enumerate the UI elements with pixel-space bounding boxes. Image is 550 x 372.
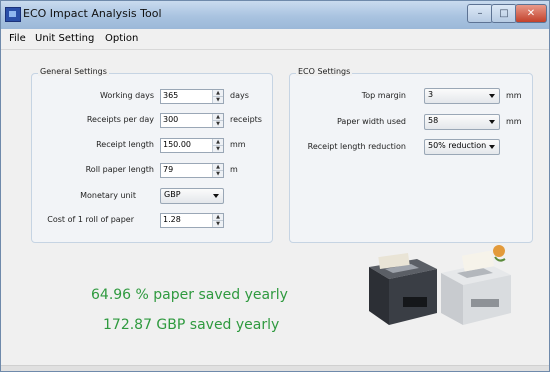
working-days-value: 365 <box>163 91 179 100</box>
receipt-length-input[interactable]: 150.00 ▲ ▼ <box>160 138 224 153</box>
minimize-button[interactable]: – <box>467 4 493 23</box>
roll-paper-length-input[interactable]: 79 ▲ ▼ <box>160 163 224 178</box>
monetary-unit-label: Monetary unit <box>80 191 136 200</box>
receipts-per-day-value: 300 <box>163 115 179 124</box>
receipt-reduction-value: 50% reduction <box>428 141 487 150</box>
cost-roll-value: 1.28 <box>163 215 181 224</box>
chevron-down-icon <box>489 94 495 98</box>
receipt-reduction-label: Receipt length reduction <box>307 142 406 151</box>
spinner-arrows-icon[interactable]: ▲ ▼ <box>212 164 223 177</box>
receipt-length-label: Receipt length <box>96 140 154 149</box>
menu-unit-setting[interactable]: Unit Setting <box>35 33 94 44</box>
spinner-arrows-icon[interactable]: ▲ ▼ <box>212 114 223 127</box>
cost-roll-label: Cost of 1 roll of paper <box>47 215 134 224</box>
working-days-input[interactable]: 365 ▲ ▼ <box>160 89 224 104</box>
monetary-unit-select[interactable]: GBP <box>160 188 224 204</box>
general-settings-title: General Settings <box>38 67 109 76</box>
spinner-arrows-icon[interactable]: ▲ ▼ <box>212 90 223 103</box>
receipt-reduction-select[interactable]: 50% reduction <box>424 139 500 155</box>
window-title: ECO Impact Analysis Tool <box>23 7 162 20</box>
roll-paper-length-label: Roll paper length <box>85 165 154 174</box>
paper-saved-result: 64.96 % paper saved yearly <box>91 287 288 303</box>
dark-printer-icon <box>369 252 437 325</box>
title-bar[interactable]: ECO Impact Analysis Tool – □ ✕ <box>1 1 549 29</box>
working-days-unit: days <box>230 91 249 100</box>
chevron-down-icon <box>489 120 495 124</box>
maximize-button[interactable]: □ <box>491 4 517 23</box>
menu-bar: File Unit Setting Option <box>1 29 549 50</box>
paper-width-unit: mm <box>506 117 522 126</box>
cost-roll-input[interactable]: 1.28 ▲ ▼ <box>160 213 224 228</box>
general-settings-group: General Settings Working days 365 ▲ ▼ day… <box>31 67 273 243</box>
white-printer-icon <box>441 245 511 325</box>
chevron-down-icon <box>489 145 495 149</box>
menu-file[interactable]: File <box>9 33 26 44</box>
top-margin-unit: mm <box>506 91 522 100</box>
window-bottom-border <box>1 365 549 371</box>
chevron-down-icon <box>213 194 219 198</box>
menu-option[interactable]: Option <box>105 33 138 44</box>
printers-illustration <box>369 245 511 325</box>
receipt-length-unit: mm <box>230 140 246 149</box>
eco-settings-group: ECO Settings Top margin 3 mm Paper width… <box>289 67 533 243</box>
spinner-arrows-icon[interactable]: ▲ ▼ <box>212 139 223 152</box>
close-button[interactable]: ✕ <box>515 4 547 23</box>
receipts-per-day-unit: receipts <box>230 115 262 124</box>
roll-paper-length-value: 79 <box>163 165 174 174</box>
roll-paper-length-unit: m <box>230 165 238 174</box>
paper-width-value: 58 <box>428 116 439 125</box>
top-margin-select[interactable]: 3 <box>424 88 500 104</box>
paper-width-select[interactable]: 58 <box>424 114 500 130</box>
receipt-length-value: 150.00 <box>163 140 191 149</box>
receipts-per-day-input[interactable]: 300 ▲ ▼ <box>160 113 224 128</box>
money-saved-result: 172.87 GBP saved yearly <box>103 317 280 333</box>
working-days-label: Working days <box>99 91 154 100</box>
app-window: ECO Impact Analysis Tool – □ ✕ File Unit… <box>0 0 550 372</box>
spinner-arrows-icon[interactable]: ▲ ▼ <box>212 214 223 227</box>
paper-width-label: Paper width used <box>336 117 406 126</box>
top-margin-label: Top margin <box>361 91 406 100</box>
app-icon <box>5 7 21 22</box>
receipts-per-day-label: Receipts per day <box>86 115 154 124</box>
top-margin-value: 3 <box>428 90 434 99</box>
eco-settings-title: ECO Settings <box>296 67 353 76</box>
monetary-unit-value: GBP <box>164 190 181 199</box>
